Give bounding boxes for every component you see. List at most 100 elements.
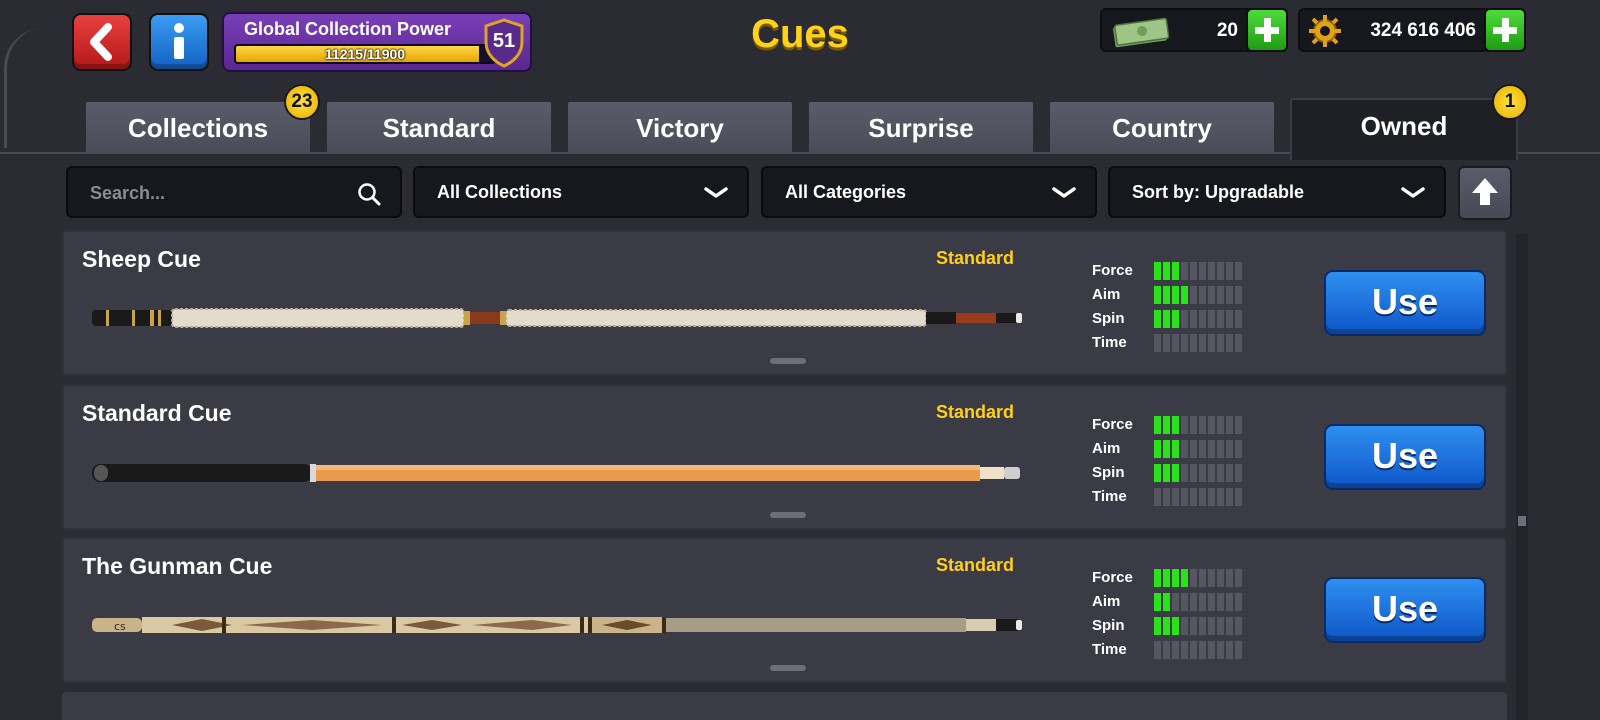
tab-surprise[interactable]: Surprise [807,100,1035,152]
stat-segment [1181,641,1188,659]
spin-bar [1154,617,1242,635]
cash-balance: 20 [1100,8,1288,52]
collection-power-panel[interactable]: Global Collection Power 11215/11900 51 [222,12,532,72]
stat-segment [1208,488,1215,506]
tab-owned[interactable]: Owned [1290,98,1518,160]
stat-segment [1190,286,1197,304]
stat-segment [1163,286,1170,304]
stat-segment [1163,334,1170,352]
stat-segment [1208,416,1215,434]
stat-label: Force [1092,569,1133,586]
collection-level-badge: 51 [482,18,526,68]
stat-segment [1235,617,1242,635]
stat-segment [1154,334,1161,352]
expand-handle[interactable] [770,358,806,364]
tab-label: Victory [636,113,724,143]
time-bar [1154,488,1242,506]
stat-segment [1217,464,1224,482]
stat-segment [1208,641,1215,659]
stat-segment [1172,416,1179,434]
tab-label: Country [1112,113,1212,143]
spin-bar [1154,310,1242,328]
stat-segment [1190,416,1197,434]
stat-segment [1172,286,1179,304]
stat-segment [1163,488,1170,506]
coin-balance: 324 616 406 [1298,8,1526,52]
stat-segment [1208,262,1215,280]
scrollbar-thumb[interactable] [1518,516,1526,526]
stat-segment [1190,641,1197,659]
list-scrollbar[interactable] [1516,234,1528,720]
stat-label: Time [1092,641,1127,658]
stat-segment [1217,310,1224,328]
cue-card: Sheep Cue Standard Force Aim Spin Time U… [62,230,1507,376]
stat-segment [1226,488,1233,506]
stat-segment [1226,334,1233,352]
info-button[interactable] [149,13,209,71]
stat-segment [1163,262,1170,280]
stat-segment [1217,440,1224,458]
expand-handle[interactable] [770,665,806,671]
stat-segment [1208,440,1215,458]
tab-label: Standard [382,113,496,143]
stat-segment [1172,593,1179,611]
tab-label: Owned [1360,111,1448,141]
sort-dropdown-value: Sort by: Upgradable [1132,182,1305,202]
stat-label: Time [1092,488,1127,505]
stat-segment [1154,641,1161,659]
collection-dropdown[interactable]: All Collections [413,166,749,218]
expand-handle[interactable] [770,512,806,518]
tab-country[interactable]: Country [1048,100,1276,152]
tab-standard[interactable]: Standard [325,100,553,152]
stat-segment [1190,310,1197,328]
stat-segment [1163,416,1170,434]
spin-bar [1154,464,1242,482]
category-dropdown[interactable]: All Categories [761,166,1097,218]
back-button[interactable] [72,13,132,71]
cue-name: The Gunman Cue [82,553,273,579]
stat-segment [1208,569,1215,587]
stat-segment [1235,286,1242,304]
use-cue-button[interactable]: Use [1324,577,1486,643]
search-icon[interactable] [356,181,382,207]
stat-segment [1226,569,1233,587]
stat-segment [1163,440,1170,458]
gunman-cue-image: cs [92,617,1022,633]
stat-segment [1163,464,1170,482]
stat-segment [1181,617,1188,635]
tab-collections[interactable]: Collections [84,100,312,152]
time-bar [1154,334,1242,352]
search-box[interactable] [66,166,402,218]
chevron-down-icon [704,187,728,198]
add-coins-button[interactable] [1484,8,1526,52]
stat-segment [1190,593,1197,611]
stat-segment [1190,569,1197,587]
sort-dropdown[interactable]: Sort by: Upgradable [1108,166,1446,218]
sort-direction-button[interactable] [1458,166,1512,220]
cue-category: Standard [936,555,1015,575]
stat-segment [1163,593,1170,611]
stat-segment [1208,310,1215,328]
aim-bar [1154,440,1242,458]
aim-bar [1154,593,1242,611]
frame-decoration [4,28,44,148]
stat-segment [1217,262,1224,280]
stat-segment [1172,617,1179,635]
stat-segment [1199,569,1206,587]
stat-segment [1181,286,1188,304]
stat-segment [1154,617,1161,635]
stat-segment [1199,593,1206,611]
add-cash-button[interactable] [1246,8,1288,52]
stat-label: Aim [1092,593,1121,610]
stat-segment [1217,286,1224,304]
cash-value: 20 [1216,20,1238,41]
force-bar [1154,262,1242,280]
stat-segment [1226,593,1233,611]
tab-victory[interactable]: Victory [566,100,794,152]
stat-segment [1199,488,1206,506]
use-cue-button[interactable]: Use [1324,424,1486,490]
stat-segment [1154,464,1161,482]
use-cue-button[interactable]: Use [1324,270,1486,336]
category-dropdown-value: All Categories [785,182,907,202]
search-input[interactable] [90,180,330,206]
